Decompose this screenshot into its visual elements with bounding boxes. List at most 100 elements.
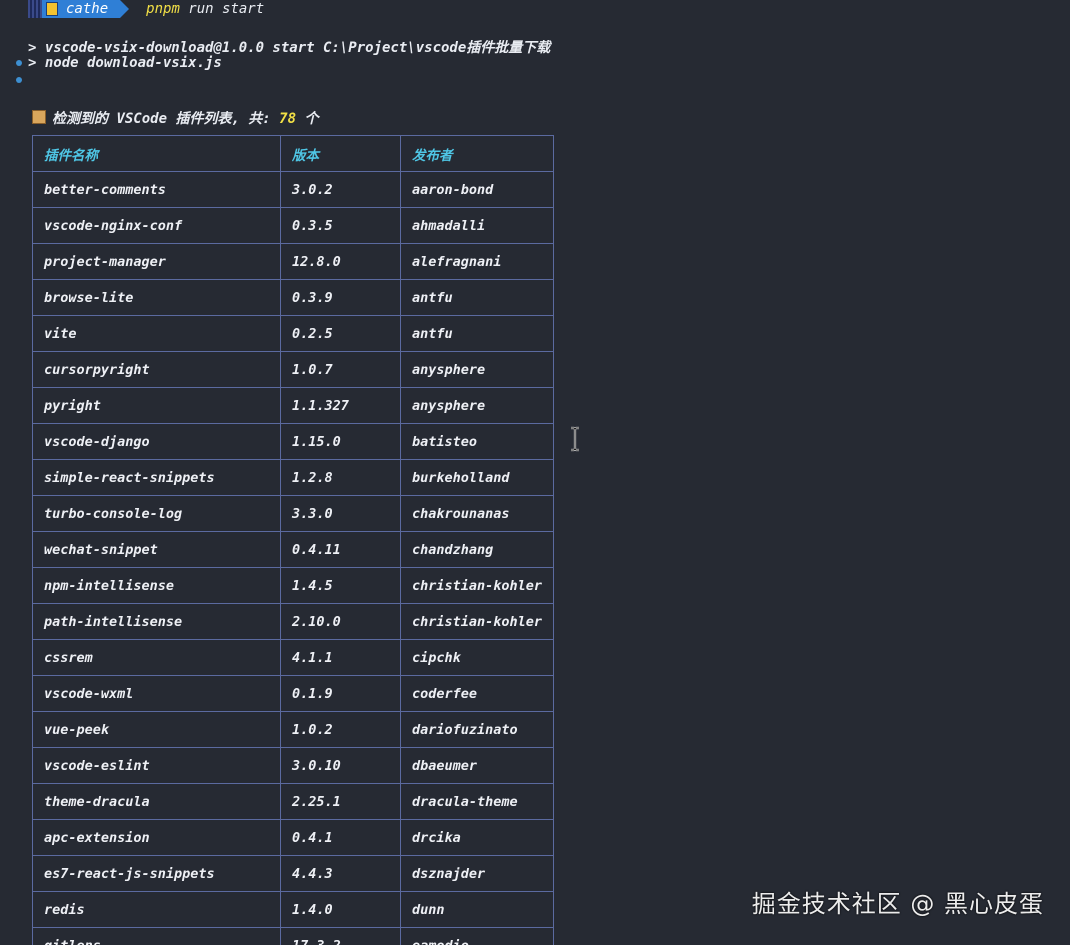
command-args: run start	[179, 1, 265, 17]
cell-extension-name: npm-intellisense	[32, 567, 281, 604]
table-row: browse-lite 0.3.9 antfu	[32, 279, 555, 316]
cell-extension-name: vscode-django	[32, 423, 281, 460]
table-row: vscode-nginx-conf 0.3.5 ahmadalli	[32, 207, 555, 244]
cell-version: 0.3.9	[280, 279, 401, 316]
table-row: theme-dracula 2.25.1 dracula-theme	[32, 783, 555, 820]
table-row: project-manager 12.8.0 alefragnani	[32, 243, 555, 280]
cell-publisher: dsznajder	[399, 855, 555, 892]
cell-publisher: dbaeumer	[399, 747, 555, 784]
cell-extension-name: vue-peek	[32, 711, 281, 748]
cell-extension-name: vscode-wxml	[32, 675, 281, 712]
cell-version: 1.15.0	[280, 423, 401, 460]
terminal-marker-dot	[16, 77, 22, 83]
summary-line: 检测到的 VSCode 插件列表, 共: 78 个	[32, 108, 318, 128]
cell-extension-name: path-intellisense	[32, 603, 281, 640]
cell-extension-name: redis	[32, 891, 281, 928]
cell-version: 0.2.5	[280, 315, 401, 352]
cell-publisher: christian-kohler	[399, 567, 555, 604]
cell-publisher: alefragnani	[399, 243, 555, 280]
terminal-logo-icon	[28, 0, 42, 18]
summary-count: 78	[279, 111, 297, 127]
cell-extension-name: cursorpyright	[32, 351, 281, 388]
cell-publisher: antfu	[399, 315, 555, 352]
summary-suffix: 个	[296, 111, 319, 127]
cell-version: 1.2.8	[280, 459, 401, 496]
cell-version: 1.1.327	[280, 387, 401, 424]
cell-version: 2.25.1	[280, 783, 401, 820]
output-line-1: > vscode-vsix-download@1.0.0 start C:\Pr…	[28, 40, 551, 56]
table-row: vue-peek 1.0.2 dariofuzinato	[32, 711, 555, 748]
cell-extension-name: project-manager	[32, 243, 281, 280]
table-row: cssrem 4.1.1 cipchk	[32, 639, 555, 676]
cell-publisher: drcika	[399, 819, 555, 856]
cell-publisher: ahmadalli	[399, 207, 555, 244]
table-row: redis 1.4.0 dunn	[32, 891, 555, 928]
table-row: apc-extension 0.4.1 drcika	[32, 819, 555, 856]
table-row: vscode-django 1.15.0 batisteo	[32, 423, 555, 460]
cell-version: 3.3.0	[280, 495, 401, 532]
table-row: es7-react-js-snippets 4.4.3 dsznajder	[32, 855, 555, 892]
cell-extension-name: browse-lite	[32, 279, 281, 316]
table-row: pyright 1.1.327 anysphere	[32, 387, 555, 424]
table-row: cursorpyright 1.0.7 anysphere	[32, 351, 555, 388]
header-publisher: 发布者	[399, 135, 555, 172]
cell-version: 12.8.0	[280, 243, 401, 280]
prompt-command: pnpm run start	[146, 1, 264, 17]
cell-publisher: burkeholland	[399, 459, 555, 496]
cell-extension-name: simple-react-snippets	[32, 459, 281, 496]
shell-prompt: cathe pnpm run start	[28, 0, 264, 18]
cell-publisher: coderfee	[399, 675, 555, 712]
header-version: 版本	[280, 135, 401, 172]
cell-version: 0.1.9	[280, 675, 401, 712]
cell-publisher: eamodio	[399, 927, 555, 945]
table-row: npm-intellisense 1.4.5 christian-kohler	[32, 567, 555, 604]
summary-prefix: 检测到的 VSCode 插件列表, 共:	[52, 111, 280, 127]
cell-version: 0.3.5	[280, 207, 401, 244]
package-icon	[32, 110, 46, 124]
cell-publisher: christian-kohler	[399, 603, 555, 640]
cell-extension-name: turbo-console-log	[32, 495, 281, 532]
cell-version: 2.10.0	[280, 603, 401, 640]
table-row: better-comments 3.0.2 aaron-bond	[32, 171, 555, 208]
header-name: 插件名称	[32, 135, 281, 172]
cell-publisher: antfu	[399, 279, 555, 316]
cell-publisher: dracula-theme	[399, 783, 555, 820]
cell-extension-name: cssrem	[32, 639, 281, 676]
cell-publisher: aaron-bond	[399, 171, 555, 208]
cell-extension-name: pyright	[32, 387, 281, 424]
prompt-directory: cathe	[66, 1, 109, 17]
table-row: path-intellisense 2.10.0 christian-kohler	[32, 603, 555, 640]
watermark: 掘金技术社区 @ 黑心皮蛋	[751, 890, 1044, 918]
cell-extension-name: wechat-snippet	[32, 531, 281, 568]
folder-icon	[46, 2, 58, 16]
cell-extension-name: gitlens	[32, 927, 281, 945]
cell-publisher: chakrounanas	[399, 495, 555, 532]
text-cursor-icon	[571, 426, 579, 452]
cell-version: 17.3.2	[280, 927, 401, 945]
table-row: vscode-wxml 0.1.9 coderfee	[32, 675, 555, 712]
cell-extension-name: better-comments	[32, 171, 281, 208]
extension-table: 插件名称 版本 发布者 better-comments 3.0.2 aaron-bo…	[32, 135, 555, 945]
cell-version: 3.0.2	[280, 171, 401, 208]
cell-publisher: anysphere	[399, 351, 555, 388]
cell-extension-name: theme-dracula	[32, 783, 281, 820]
cell-version: 4.1.1	[280, 639, 401, 676]
cell-version: 0.4.1	[280, 819, 401, 856]
cell-extension-name: es7-react-js-snippets	[32, 855, 281, 892]
table-row: wechat-snippet 0.4.11 chandzhang	[32, 531, 555, 568]
cell-version: 1.0.7	[280, 351, 401, 388]
cell-extension-name: vscode-nginx-conf	[32, 207, 281, 244]
table-header-row: 插件名称 版本 发布者	[32, 135, 555, 172]
output-line-2: > node download-vsix.js	[28, 55, 222, 71]
cell-version: 4.4.3	[280, 855, 401, 892]
table-row: vite 0.2.5 antfu	[32, 315, 555, 352]
cell-extension-name: vite	[32, 315, 281, 352]
cell-version: 1.4.5	[280, 567, 401, 604]
cell-publisher: chandzhang	[399, 531, 555, 568]
table-row: turbo-console-log 3.3.0 chakrounanas	[32, 495, 555, 532]
command-name: pnpm	[146, 1, 180, 17]
cell-version: 3.0.10	[280, 747, 401, 784]
table-row: vscode-eslint 3.0.10 dbaeumer	[32, 747, 555, 784]
terminal-marker-dot	[16, 60, 22, 66]
cell-extension-name: vscode-eslint	[32, 747, 281, 784]
